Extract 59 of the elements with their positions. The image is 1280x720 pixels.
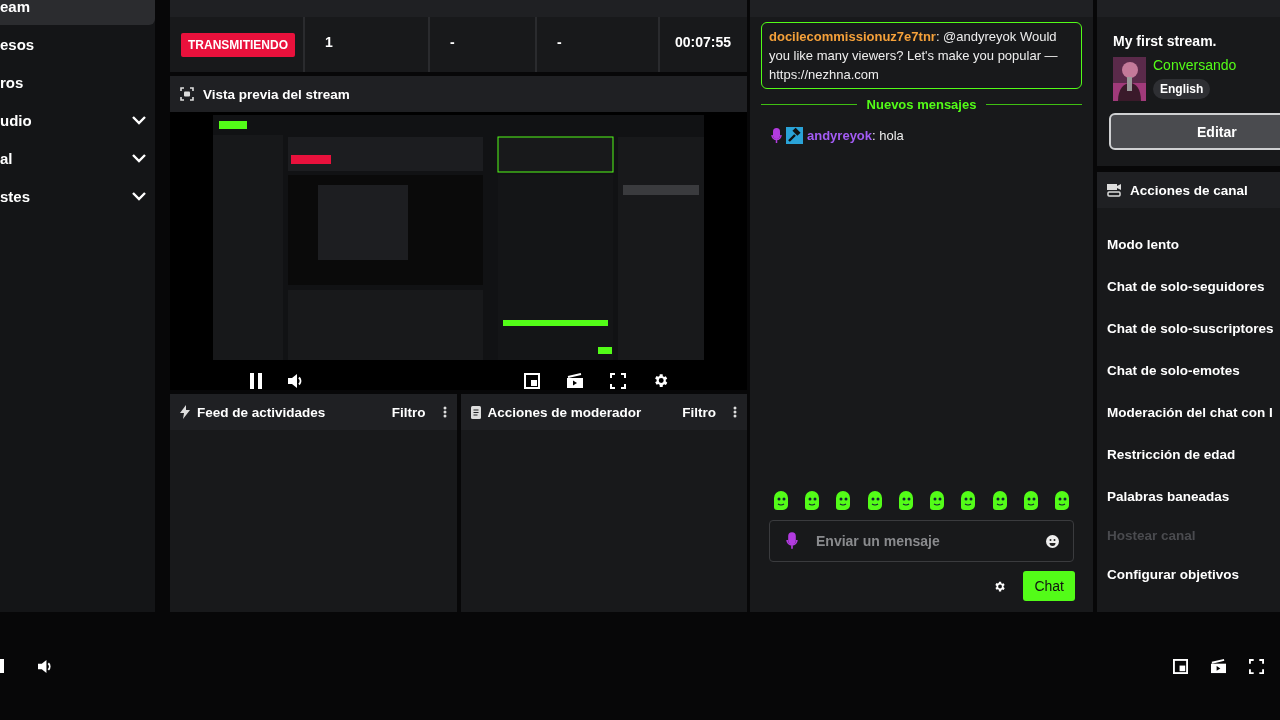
picture-in-picture-icon[interactable] [1173,658,1188,674]
channel-action-item[interactable]: Chat de solo-emotes [1107,349,1280,391]
chat-send-button[interactable]: Chat [1023,571,1075,601]
microphone-icon[interactable] [786,532,798,550]
category-link[interactable]: Conversando [1153,57,1237,73]
chat-message: docilecommissionuz7e7tnr: @andyreyok Would you like many viewers? Let's make you popular — https://nezhna.com [769,28,1059,84]
panel-title: Acciones de canal [1130,182,1248,198]
document-icon [470,405,481,419]
stat-value: 00:07:55 [675,34,732,50]
channel-action-item[interactable]: Configurar objetivos [1107,553,1280,595]
lightning-icon [180,405,190,419]
channel-action-item[interactable]: Restricción de edad [1107,433,1280,475]
message-input[interactable]: Enviar un mensaje [814,532,1030,550]
pause-icon[interactable] [248,372,263,389]
language-tag: English [1153,79,1211,99]
hammer-icon [786,127,803,144]
stat-value: - [450,34,455,50]
message-input-box[interactable]: Enviar un mensaje [769,520,1074,562]
microphone-icon [771,127,782,144]
chevron-down-icon [132,191,146,201]
filter-button[interactable]: Filtro [381,404,436,420]
chat-message: andyreyok: hola [807,127,904,145]
fullscreen-icon[interactable] [609,372,626,389]
more-options-icon[interactable] [733,406,737,418]
sidebar-item[interactable]: esos [0,25,155,63]
panel-title: Acciones de moderador [487,404,642,420]
panel-title: Feed de actividades [197,404,326,420]
sidebar-item[interactable]: ros [0,63,155,101]
live-badge: TRANSMITIENDO [181,33,295,57]
pause-icon[interactable] [0,659,5,673]
channel-action-item[interactable]: Chat de solo-seguidores [1107,265,1280,307]
preview-icon [180,87,194,101]
theater-icon[interactable] [1210,658,1227,674]
stream-title: My first stream. [1113,33,1218,49]
sidebar-item[interactable]: udio [0,101,155,139]
new-messages-divider: Nuevos mensajes [866,97,977,112]
sidebar-item[interactable]: eam [0,0,155,25]
stat-value: - [557,34,562,50]
filter-button[interactable]: Filtro [672,404,726,420]
sidebar-item[interactable]: stes [0,177,155,215]
theater-icon[interactable] [565,372,584,389]
edit-button[interactable]: Editar [1109,113,1280,150]
sidebar-item[interactable]: al [0,139,155,177]
stat-value: 1 [325,34,333,50]
camera-icon [1107,183,1121,197]
fullscreen-icon[interactable] [1249,658,1264,674]
volume-icon[interactable] [37,658,54,674]
more-options-icon[interactable] [442,406,447,418]
chevron-down-icon [132,153,146,163]
emoji-icon[interactable] [1046,534,1059,548]
settings-icon[interactable] [993,579,1007,593]
picture-in-picture-icon[interactable] [523,372,540,389]
channel-action-item[interactable]: Modo lento [1107,223,1280,265]
channel-action-item[interactable]: Palabras baneadas [1107,475,1280,517]
panel-title: Vista previa del stream [203,86,350,102]
emote-icon[interactable] [771,491,791,511]
channel-action-item[interactable]: Chat de solo-suscriptores [1107,307,1280,349]
chevron-down-icon [132,115,146,125]
channel-action-item[interactable]: Moderación del chat con I [1107,391,1280,433]
